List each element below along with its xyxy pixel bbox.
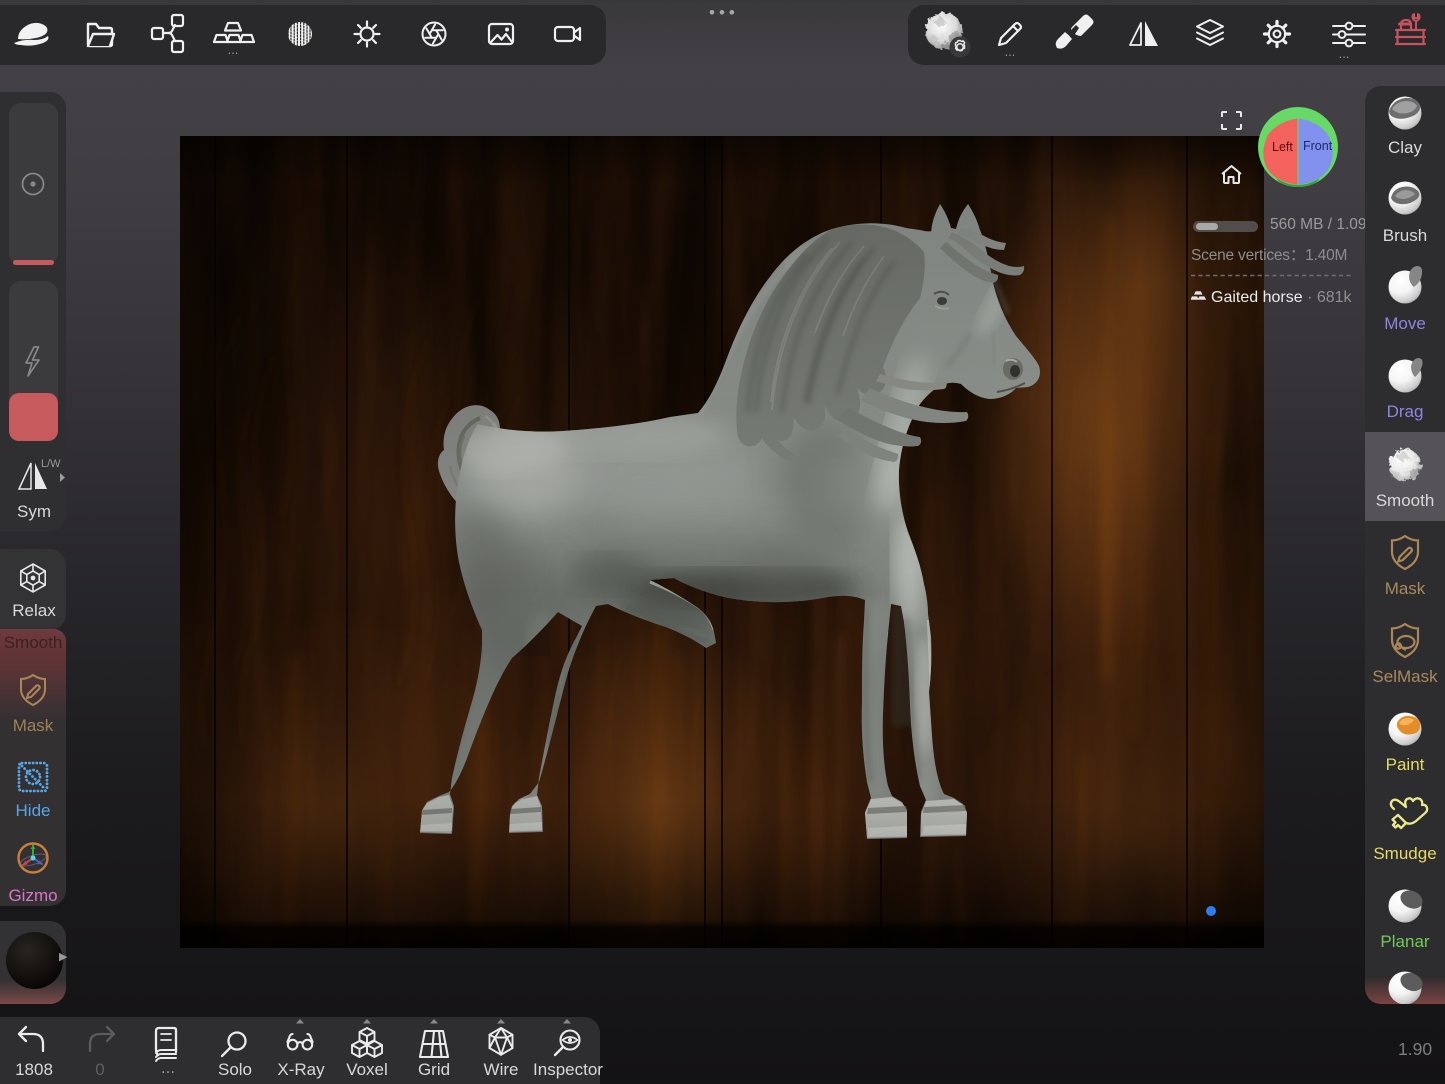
svg-text:...: ...: [1005, 44, 1016, 59]
svg-text:Front: Front: [1303, 139, 1333, 153]
svg-text:...: ...: [1339, 46, 1350, 61]
svg-text:...: ...: [228, 42, 239, 57]
svg-text:Left: Left: [1272, 140, 1293, 154]
